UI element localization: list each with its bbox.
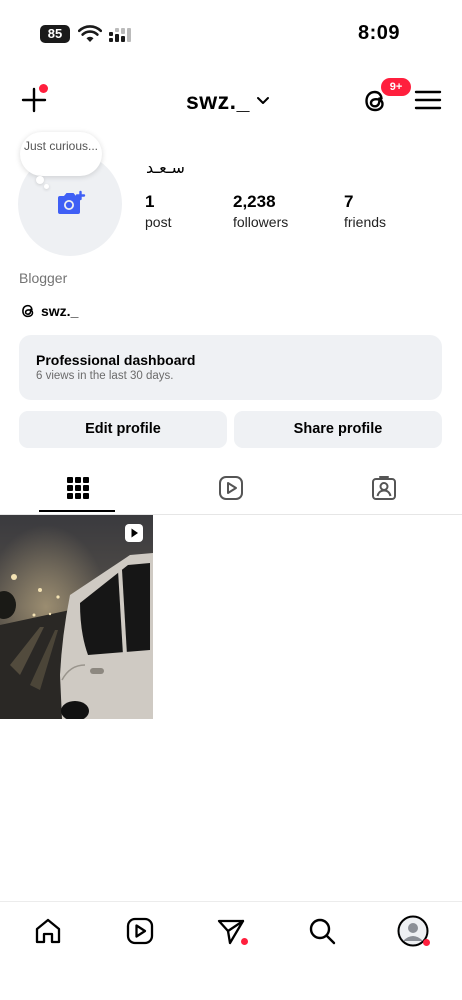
wifi-icon <box>78 25 102 42</box>
reels-icon[interactable] <box>125 916 155 946</box>
stat-followers-label: followers <box>233 214 289 230</box>
status-bar: 85 8:09 <box>0 0 462 70</box>
post-image <box>0 515 153 719</box>
create-notification-dot <box>39 84 48 93</box>
bottom-navigation <box>0 901 462 1000</box>
note-bubble[interactable]: Just curious... <box>20 132 102 176</box>
dashboard-title: Professional dashboard <box>36 352 196 368</box>
stat-followers-count: 2,238 <box>233 192 276 211</box>
display-name: سـعـد <box>146 158 185 177</box>
share-profile-button[interactable]: Share profile <box>234 411 442 448</box>
threads-icon <box>22 304 34 318</box>
home-icon[interactable] <box>33 916 63 946</box>
tab-tagged[interactable] <box>345 468 423 514</box>
note-bubble-tail <box>36 176 44 184</box>
direct-notification-dot <box>241 938 248 945</box>
reel-indicator-icon <box>125 524 143 542</box>
clock: 8:09 <box>357 22 400 44</box>
menu-icon[interactable] <box>414 88 442 112</box>
active-tab-indicator <box>39 510 115 512</box>
threads-profile-link[interactable]: swz._ <box>19 302 78 320</box>
profile-notification-dot <box>423 939 430 946</box>
profile-category: Blogger <box>19 270 68 286</box>
post-thumbnail[interactable] <box>0 515 153 719</box>
profile-header: swz._ 9+ <box>0 78 462 122</box>
reels-icon <box>219 476 243 500</box>
account-switcher[interactable]: swz._ <box>186 86 270 116</box>
stat-posts[interactable]: 1 post <box>145 192 171 230</box>
tab-reels[interactable] <box>192 468 270 514</box>
stat-friends-count: 7 <box>344 192 354 211</box>
threads-notification-badge: 9+ <box>381 78 411 96</box>
tab-grid[interactable] <box>39 468 117 514</box>
dashboard-subtitle: 6 views in the last 30 days. <box>36 370 174 382</box>
search-icon[interactable] <box>307 916 337 946</box>
professional-dashboard-card[interactable]: Professional dashboard 6 views in the la… <box>19 335 442 400</box>
grid-icon <box>67 477 89 499</box>
threads-handle: swz._ <box>41 303 79 319</box>
cellular-signal-icon <box>109 28 131 42</box>
chevron-down-icon <box>256 97 269 104</box>
stat-followers[interactable]: 2,238 followers <box>233 192 288 230</box>
profile-tabs <box>0 468 462 515</box>
stat-friends[interactable]: 7 friends <box>344 192 386 230</box>
stat-posts-label: post <box>145 214 172 230</box>
note-bubble-tail-small <box>44 184 49 189</box>
edit-profile-button[interactable]: Edit profile <box>19 411 227 448</box>
stat-posts-count: 1 <box>145 192 155 211</box>
battery-indicator: 85 <box>40 25 70 43</box>
add-photo-camera-icon[interactable] <box>54 190 86 218</box>
username-title: swz._ <box>186 87 250 114</box>
stat-friends-label: friends <box>344 214 387 230</box>
tagged-user-icon <box>372 476 396 500</box>
